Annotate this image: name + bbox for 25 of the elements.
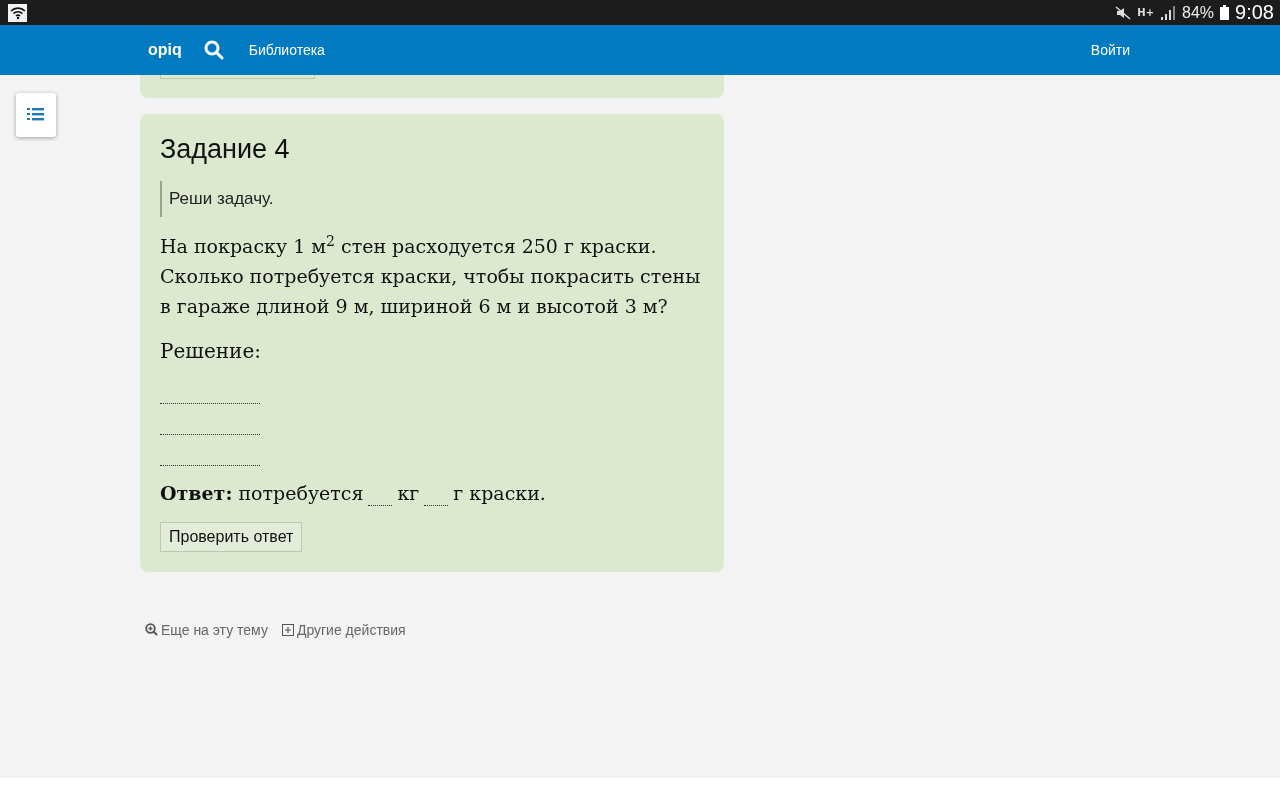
network-type: H+ (1137, 7, 1155, 18)
problem-text: На покраску 1 м$^{2}$ стен расходуется 250 г краски. Сколько потребуется краски, чтобы покрасить стены в гараже длиной 9 м, шириной 6 м и высотой 3 м? (160, 231, 702, 319)
instruction: Реши задачу. (160, 181, 704, 217)
plus-square-icon (281, 623, 294, 636)
task-title: Задание 4 (160, 134, 291, 165)
answer-text: Ответ: потребуется (160, 482, 364, 504)
answer-text: кг (397, 482, 420, 504)
battery-level: 84% (1182, 3, 1215, 22)
numbered-list-icon (27, 107, 45, 123)
login-link[interactable]: Войти (1090, 42, 1130, 58)
footer-link[interactable]: Еще на эту тему (145, 621, 268, 638)
search-icon[interactable] (203, 40, 224, 60)
footer-link[interactable]: Другие действия (281, 621, 406, 638)
mute-icon (1115, 5, 1132, 20)
zoom-in-icon (145, 623, 158, 636)
battery-icon (1220, 5, 1230, 20)
check-answer-button[interactable]: Проверить ответ (160, 521, 303, 552)
nav-link[interactable]: Библиотека (248, 42, 325, 58)
answer-text: г краски. (453, 482, 546, 504)
signal-icon (1160, 5, 1177, 20)
wifi-icon (8, 3, 27, 22)
solution-label: Решение: (160, 339, 262, 363)
logo[interactable]: opiq (148, 41, 182, 59)
table-of-contents-button[interactable] (16, 93, 56, 137)
clock: 9:08 (1235, 1, 1274, 24)
